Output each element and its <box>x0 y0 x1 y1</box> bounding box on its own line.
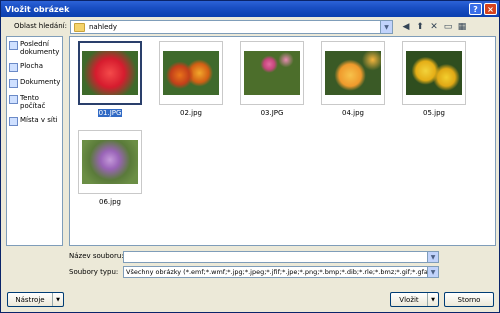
thumbnail-image <box>325 51 381 95</box>
file-item[interactable]: 03.JPG <box>240 41 304 117</box>
place-label: Poslední dokumenty <box>20 40 60 56</box>
thumbnail-image <box>163 51 219 95</box>
file-type-dropdown[interactable]: Všechny obrázky (*.emf;*.wmf;*.jpg;*.jpe… <box>123 266 439 278</box>
computer-icon <box>9 95 18 104</box>
place-desktop[interactable]: Plocha <box>7 59 62 75</box>
desktop-icon <box>9 63 18 72</box>
documents-icon <box>9 79 18 88</box>
look-in-value: nahledy <box>89 23 117 31</box>
place-my-computer[interactable]: Tento počítač <box>7 91 62 113</box>
place-label: Tento počítač <box>20 94 46 110</box>
delete-icon[interactable]: ✕ <box>429 21 439 33</box>
title-bar: Vložit obrázek ? × <box>1 1 499 17</box>
new-folder-icon[interactable]: ▭ <box>443 21 453 33</box>
place-recent-documents[interactable]: Poslední dokumenty <box>7 37 62 59</box>
place-label: Dokumenty <box>20 78 61 86</box>
chevron-down-icon[interactable]: ▼ <box>427 293 438 306</box>
thumbnail-image <box>406 51 462 95</box>
place-label: Místa v síti <box>20 116 58 124</box>
file-list: 01.JPG 02.jpg 03.JPG 04.jpg 05.jpg 06.jp… <box>69 36 496 246</box>
help-button[interactable]: ? <box>469 3 482 15</box>
file-name: 01.JPG <box>97 109 123 117</box>
insert-label: Vložit <box>399 295 419 304</box>
insert-button[interactable]: Vložit ▼ <box>390 292 439 307</box>
file-item[interactable]: 05.jpg <box>402 41 466 117</box>
window-title: Vložit obrázek <box>5 4 70 14</box>
file-name: 03.JPG <box>260 109 284 117</box>
chevron-down-icon[interactable]: ▼ <box>427 252 438 262</box>
place-label: Plocha <box>20 62 44 70</box>
recent-documents-icon <box>9 41 18 50</box>
up-folder-icon[interactable]: ⬆ <box>415 21 425 33</box>
file-item[interactable]: 06.jpg <box>78 130 142 206</box>
chevron-down-icon[interactable]: ▼ <box>427 267 438 277</box>
cancel-button[interactable]: Storno <box>444 292 494 307</box>
place-documents[interactable]: Dokumenty <box>7 75 62 91</box>
thumbnail-image <box>82 51 138 95</box>
toolbar: ◀ ⬆ ✕ ▭ ▦ <box>401 20 467 34</box>
file-type-label: Soubory typu: <box>69 268 119 276</box>
chevron-down-icon[interactable]: ▼ <box>52 293 63 306</box>
file-name: 02.jpg <box>180 109 202 117</box>
file-name-input[interactable]: ▼ <box>123 251 439 263</box>
file-item[interactable]: 02.jpg <box>159 41 223 117</box>
file-name-label: Název souboru: <box>69 252 124 260</box>
file-item[interactable]: 01.JPG <box>78 41 142 117</box>
chevron-down-icon[interactable]: ▼ <box>380 21 392 33</box>
network-icon <box>9 117 18 126</box>
insert-picture-dialog: Vložit obrázek ? × Oblast hledání: nahle… <box>0 0 500 313</box>
thumbnail-image <box>82 140 138 184</box>
thumbnail-image <box>244 51 300 95</box>
tools-button[interactable]: Nástroje ▼ <box>7 292 64 307</box>
close-button[interactable]: × <box>484 3 497 15</box>
file-type-value: Všechny obrázky (*.emf;*.wmf;*.jpg;*.jpe… <box>126 268 427 276</box>
file-name: 06.jpg <box>99 198 121 206</box>
tools-label: Nástroje <box>15 295 45 304</box>
cancel-label: Storno <box>457 295 481 304</box>
back-icon[interactable]: ◀ <box>401 21 411 33</box>
file-name: 05.jpg <box>423 109 445 117</box>
places-bar: Poslední dokumenty Plocha Dokumenty Tent… <box>6 36 63 246</box>
place-network[interactable]: Místa v síti <box>7 113 62 129</box>
look-in-label: Oblast hledání: <box>14 22 67 30</box>
folder-icon <box>74 22 85 32</box>
file-name: 04.jpg <box>342 109 364 117</box>
look-in-dropdown[interactable]: nahledy ▼ <box>70 20 393 34</box>
file-item[interactable]: 04.jpg <box>321 41 385 117</box>
views-icon[interactable]: ▦ <box>457 21 467 33</box>
